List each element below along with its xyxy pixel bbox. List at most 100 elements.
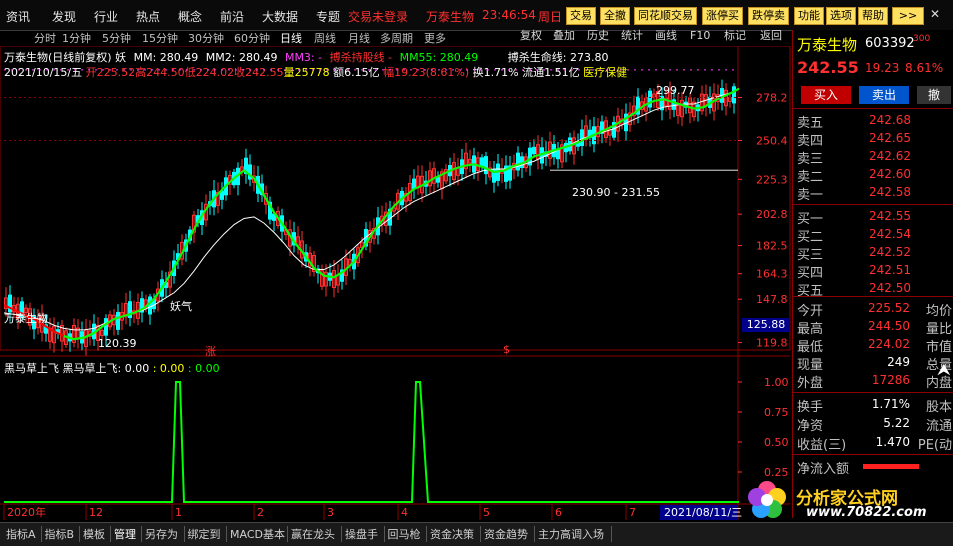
menu-item-industry[interactable]: 行业	[94, 8, 118, 25]
top-menu-bar: 资讯 发现 行业 热点 概念 前沿 大数据 专题 交易未登录 万泰生物 23:4…	[0, 0, 953, 31]
indicator-tab[interactable]: 回马枪	[388, 526, 421, 542]
mouse-cursor-icon: ⮝	[937, 360, 951, 379]
chart-canvas[interactable]: 278.2 250.4 225.3 202.8 182.5 164.3 147.8 119.8…	[0, 46, 792, 522]
indicator-tab[interactable]: 模板	[83, 526, 105, 542]
menu-item-hot[interactable]: 热点	[136, 8, 160, 25]
menu-item-frontier[interactable]: 前沿	[220, 8, 244, 25]
indicator-line	[4, 381, 739, 503]
range-label: 230.90 - 231.55	[572, 186, 660, 199]
options-button[interactable]: 选项	[826, 7, 856, 25]
candle-body	[116, 311, 120, 330]
bid-label: 买一	[797, 212, 824, 227]
stat-right-label: PE(动	[917, 438, 952, 453]
cancel-order-button[interactable]: 撤	[917, 86, 951, 104]
menu-item-discover[interactable]: 发现	[52, 8, 76, 25]
indicator-tab[interactable]: 资金决策	[430, 526, 474, 542]
period-intraday[interactable]: 分时	[34, 30, 56, 46]
indicator-tab[interactable]: 绑定到	[188, 526, 221, 542]
overlay-button[interactable]: 叠加	[553, 28, 575, 44]
period-multi[interactable]: 多周期	[380, 30, 413, 46]
ask-price: 242.62	[869, 149, 911, 163]
history-button[interactable]: 历史	[587, 28, 609, 44]
stat-label: 今开	[797, 304, 824, 319]
period-monthly[interactable]: 月线	[348, 30, 370, 46]
period-15min[interactable]: 15分钟	[142, 30, 178, 46]
tab-separator	[341, 526, 342, 542]
limit-down-sell-button[interactable]: 跌停卖	[748, 7, 789, 25]
stat-right-label: 均价	[925, 304, 952, 319]
high-price-label: 299.77	[656, 84, 695, 97]
logo-url: www.70822.com	[806, 505, 927, 520]
cancel-all-button[interactable]: 全撤	[600, 7, 630, 25]
back-button[interactable]: 返回	[760, 28, 782, 44]
indicator-tab[interactable]: 指标B	[45, 526, 75, 542]
netflow-label: 净流入额	[797, 462, 850, 477]
indicator-tab[interactable]: MACD基本	[230, 526, 285, 542]
indicator-tab[interactable]: 操盘手	[345, 526, 378, 542]
bid-price: 242.54	[869, 227, 911, 241]
sell-button[interactable]: 卖出	[859, 86, 909, 104]
candlestick-series	[4, 79, 736, 356]
indicator-tab[interactable]: 另存为	[145, 526, 178, 542]
more-button[interactable]: >>	[892, 7, 924, 25]
indicator-tab[interactable]: 资金趋势	[484, 526, 528, 542]
period-1min[interactable]: 1分钟	[62, 30, 91, 46]
ind-ytick-label: 1.00	[764, 376, 789, 389]
tab-separator	[534, 526, 535, 542]
limit-up-buy-button[interactable]: 涨停买	[702, 7, 743, 25]
ask-label: 卖五	[797, 116, 824, 131]
bid-price: 242.50	[869, 281, 911, 295]
candle-body	[148, 296, 152, 315]
tab-separator	[287, 526, 288, 542]
ask-price: 242.65	[869, 131, 911, 145]
stat-right-label: 量比	[925, 322, 952, 337]
clock: 23:46:54	[482, 8, 536, 22]
current-date-label: 2021/08/11/三	[664, 506, 742, 519]
stat-value: 225.52	[868, 301, 910, 315]
period-30min[interactable]: 30分钟	[188, 30, 224, 46]
ma-line-mm55	[63, 87, 740, 341]
ma-line-mm	[3, 87, 740, 341]
stat-value: 224.02	[868, 337, 910, 351]
period-weekly[interactable]: 周线	[314, 30, 336, 46]
close-icon[interactable]: ✕	[930, 7, 940, 21]
ths-trade-button[interactable]: 同花顺交易	[634, 7, 697, 25]
bid-price: 242.51	[869, 263, 911, 277]
main-ytick-label: 119.8	[756, 337, 788, 350]
panel-stock-name: 万泰生物	[797, 36, 858, 54]
candle-body	[104, 318, 108, 336]
menu-item-topic[interactable]: 专题	[316, 8, 340, 25]
indicator-tab[interactable]: 赢在龙头	[291, 526, 335, 542]
xaxis-label: 6	[555, 506, 562, 519]
netflow-bar	[863, 464, 919, 469]
trade-button[interactable]: 交易	[566, 7, 596, 25]
menu-item-news[interactable]: 资讯	[6, 8, 30, 25]
menu-item-concept[interactable]: 概念	[178, 8, 202, 25]
indicator-tab[interactable]: 指标A	[6, 526, 36, 542]
login-status[interactable]: 交易未登录	[348, 8, 408, 25]
stats-button[interactable]: 统计	[621, 28, 643, 44]
restore-button[interactable]: 复权	[520, 28, 542, 44]
period-daily[interactable]: 日线	[280, 30, 302, 46]
period-5min[interactable]: 5分钟	[102, 30, 131, 46]
function-button[interactable]: 功能	[794, 7, 824, 25]
bid-label: 买三	[797, 248, 824, 263]
period-more[interactable]: 更多	[424, 30, 446, 46]
draw-line-button[interactable]: 画线	[655, 28, 677, 44]
indicator-tab[interactable]: 管理	[114, 526, 136, 542]
candle-body	[580, 129, 584, 146]
bid-label: 买四	[797, 266, 824, 281]
stat-label: 现量	[797, 358, 824, 373]
candle-body	[648, 90, 652, 108]
help-button[interactable]: 帮助	[858, 7, 888, 25]
main-ytick-label: 225.3	[756, 173, 788, 186]
menu-item-bigdata[interactable]: 大数据	[262, 8, 298, 25]
stat-value: 17286	[871, 373, 910, 387]
period-60min[interactable]: 60分钟	[234, 30, 270, 46]
indicator-tab[interactable]: 主力高调入场	[538, 526, 604, 542]
buy-button[interactable]: 买入	[801, 86, 851, 104]
candle-body	[516, 152, 520, 171]
f10-button[interactable]: F10	[690, 28, 710, 44]
mark-button[interactable]: 标记	[724, 28, 746, 44]
main-ytick-label: 250.4	[756, 134, 788, 147]
